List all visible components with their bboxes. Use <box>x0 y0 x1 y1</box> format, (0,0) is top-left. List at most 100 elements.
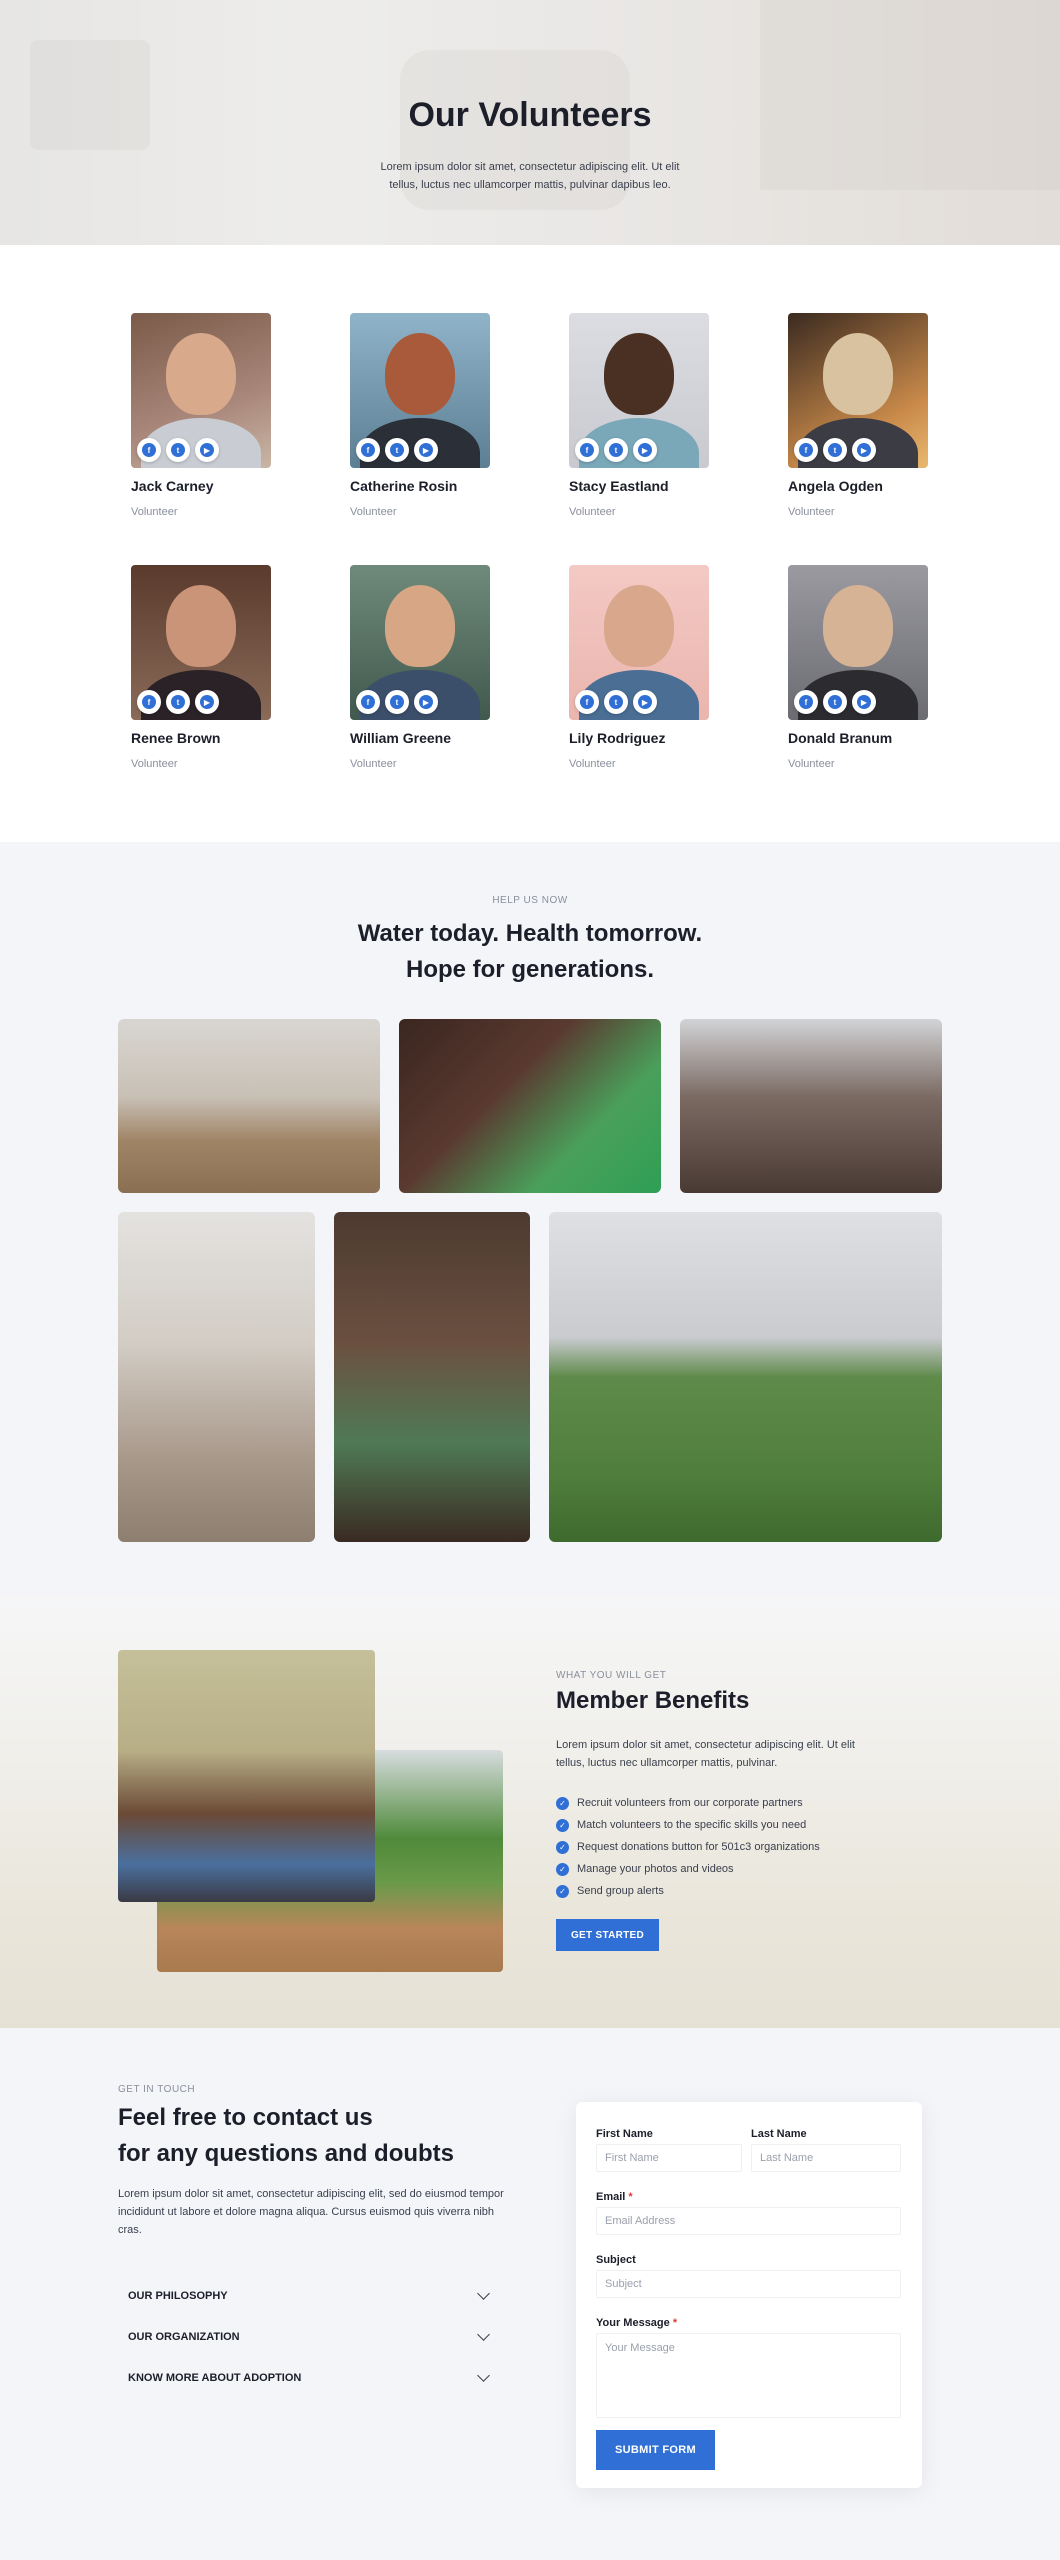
youtube-icon[interactable]: ▶ <box>852 690 876 714</box>
section-description: Lorem ipsum dolor sit amet, consectetur … <box>118 2188 504 2236</box>
gallery-photo[interactable] <box>118 1212 315 1542</box>
youtube-icon[interactable]: ▶ <box>633 438 657 462</box>
gallery-photo[interactable] <box>399 1019 661 1193</box>
message-field[interactable] <box>596 2333 901 2418</box>
volunteer-name: Catherine Rosin <box>350 478 458 494</box>
required-mark: * <box>672 2317 678 2329</box>
check-circle-icon: ✓ <box>556 1796 569 1810</box>
twitter-icon[interactable]: t <box>604 438 628 462</box>
volunteer-card: f t ▶ Angela Ogden Volunteer <box>788 313 938 518</box>
title-line: for any questions and doubts <box>118 2140 455 2167</box>
check-circle-icon: ✓ <box>556 1862 569 1876</box>
check-circle-icon: ✓ <box>556 1818 569 1832</box>
accordion-title: OUR PHILOSOPHY <box>128 2289 228 2302</box>
volunteer-photo: f t ▶ <box>788 313 928 468</box>
message-label: Your Message * <box>596 2317 678 2329</box>
list-item: ✓ Request donations button for 501c3 orga… <box>556 1836 820 1858</box>
hero-description: Lorem ipsum dolor sit amet, consectetur … <box>380 161 680 191</box>
twitter-icon[interactable]: t <box>823 690 847 714</box>
hero-section: Our Volunteers Lorem ipsum dolor sit ame… <box>0 0 1060 245</box>
twitter-icon[interactable]: t <box>604 690 628 714</box>
volunteer-card: f t ▶ Donald Branum Volunteer <box>788 565 938 770</box>
gallery-photo[interactable] <box>549 1212 942 1542</box>
section-title: Feel free to contact us for any question… <box>118 2100 538 2172</box>
volunteer-card: f t ▶ William Greene Volunteer <box>350 565 500 770</box>
volunteer-photo: f t ▶ <box>350 565 490 720</box>
volunteer-photo: f t ▶ <box>569 565 709 720</box>
list-item: ✓ Recruit volunteers from our corporate p… <box>556 1792 820 1814</box>
volunteer-card: f t ▶ Jack Carney Volunteer <box>131 313 281 518</box>
facebook-icon[interactable]: f <box>356 438 380 462</box>
facebook-icon[interactable]: f <box>794 438 818 462</box>
facebook-icon[interactable]: f <box>575 690 599 714</box>
youtube-icon[interactable]: ▶ <box>195 690 219 714</box>
check-circle-icon: ✓ <box>556 1884 569 1898</box>
volunteer-photo: f t ▶ <box>131 313 271 468</box>
twitter-icon[interactable]: t <box>385 438 409 462</box>
last-name-field[interactable] <box>751 2144 901 2172</box>
volunteer-role: Volunteer <box>788 758 835 770</box>
subject-field[interactable] <box>596 2270 901 2298</box>
facebook-icon[interactable]: f <box>575 438 599 462</box>
accordion-title: KNOW MORE ABOUT ADOPTION <box>128 2371 302 2384</box>
volunteer-role: Volunteer <box>350 506 397 518</box>
youtube-icon[interactable]: ▶ <box>414 690 438 714</box>
check-circle-icon: ✓ <box>556 1840 569 1854</box>
section-eyebrow: HELP US NOW <box>492 895 568 906</box>
youtube-icon[interactable]: ▶ <box>195 438 219 462</box>
list-item: ✓ Manage your photos and videos <box>556 1858 820 1880</box>
contact-section: GET IN TOUCH Feel free to contact us for… <box>0 2028 1060 2560</box>
volunteer-name: Jack Carney <box>131 478 214 494</box>
youtube-icon[interactable]: ▶ <box>414 438 438 462</box>
facebook-icon[interactable]: f <box>137 438 161 462</box>
subject-label: Subject <box>596 2254 636 2266</box>
get-started-button[interactable]: GET STARTED <box>556 1919 659 1951</box>
twitter-icon[interactable]: t <box>823 438 847 462</box>
youtube-icon[interactable]: ▶ <box>633 690 657 714</box>
volunteer-name: Stacy Eastland <box>569 478 669 494</box>
benefits-photo-front <box>118 1650 375 1902</box>
title-line: Feel free to contact us <box>118 2104 373 2131</box>
accordion-item[interactable]: KNOW MORE ABOUT ADOPTION <box>118 2357 498 2398</box>
volunteer-role: Volunteer <box>788 506 835 518</box>
gallery-photo[interactable] <box>680 1019 942 1193</box>
volunteer-name: Lily Rodriguez <box>569 730 666 746</box>
volunteer-name: Donald Branum <box>788 730 893 746</box>
section-eyebrow: GET IN TOUCH <box>118 2084 196 2095</box>
email-label: Email * <box>596 2191 633 2203</box>
facebook-icon[interactable]: f <box>356 690 380 714</box>
email-field[interactable] <box>596 2207 901 2235</box>
accordion-item[interactable]: OUR ORGANIZATION <box>118 2316 498 2357</box>
volunteer-role: Volunteer <box>131 506 178 518</box>
volunteer-name: Angela Ogden <box>788 478 883 494</box>
volunteer-role: Volunteer <box>350 758 397 770</box>
volunteer-name: William Greene <box>350 730 452 746</box>
volunteer-photo: f t ▶ <box>569 313 709 468</box>
volunteer-card: f t ▶ Lily Rodriguez Volunteer <box>569 565 719 770</box>
volunteer-card: f t ▶ Renee Brown Volunteer <box>131 565 281 770</box>
volunteer-role: Volunteer <box>569 506 616 518</box>
accordion-item[interactable]: OUR PHILOSOPHY <box>118 2275 498 2316</box>
first-name-label: First Name <box>596 2128 653 2140</box>
volunteer-role: Volunteer <box>569 758 616 770</box>
chevron-down-icon <box>477 2327 490 2341</box>
help-section: HELP US NOW Water today. Health tomorrow… <box>0 842 1060 1595</box>
twitter-icon[interactable]: t <box>385 690 409 714</box>
benefits-section: WHAT YOU WILL GET Member Benefits Lorem … <box>0 1595 1060 2028</box>
section-title: Water today. Health tomorrow. Hope for g… <box>0 916 1060 988</box>
gallery-photo[interactable] <box>334 1212 530 1542</box>
submit-form-button[interactable]: SUBMIT FORM <box>596 2430 715 2470</box>
youtube-icon[interactable]: ▶ <box>852 438 876 462</box>
first-name-field[interactable] <box>596 2144 742 2172</box>
section-description: Lorem ipsum dolor sit amet, consectetur … <box>556 1739 855 1769</box>
chevron-down-icon <box>477 2286 490 2300</box>
twitter-icon[interactable]: t <box>166 690 190 714</box>
volunteer-photo: f t ▶ <box>788 565 928 720</box>
chevron-down-icon <box>477 2368 490 2382</box>
twitter-icon[interactable]: t <box>166 438 190 462</box>
volunteers-section: f t ▶ Jack Carney Volunteer f t ▶ Cather… <box>0 245 1060 842</box>
facebook-icon[interactable]: f <box>137 690 161 714</box>
contact-form: First Name Last Name Email * Subject You… <box>576 2102 922 2488</box>
gallery-photo[interactable] <box>118 1019 380 1193</box>
facebook-icon[interactable]: f <box>794 690 818 714</box>
